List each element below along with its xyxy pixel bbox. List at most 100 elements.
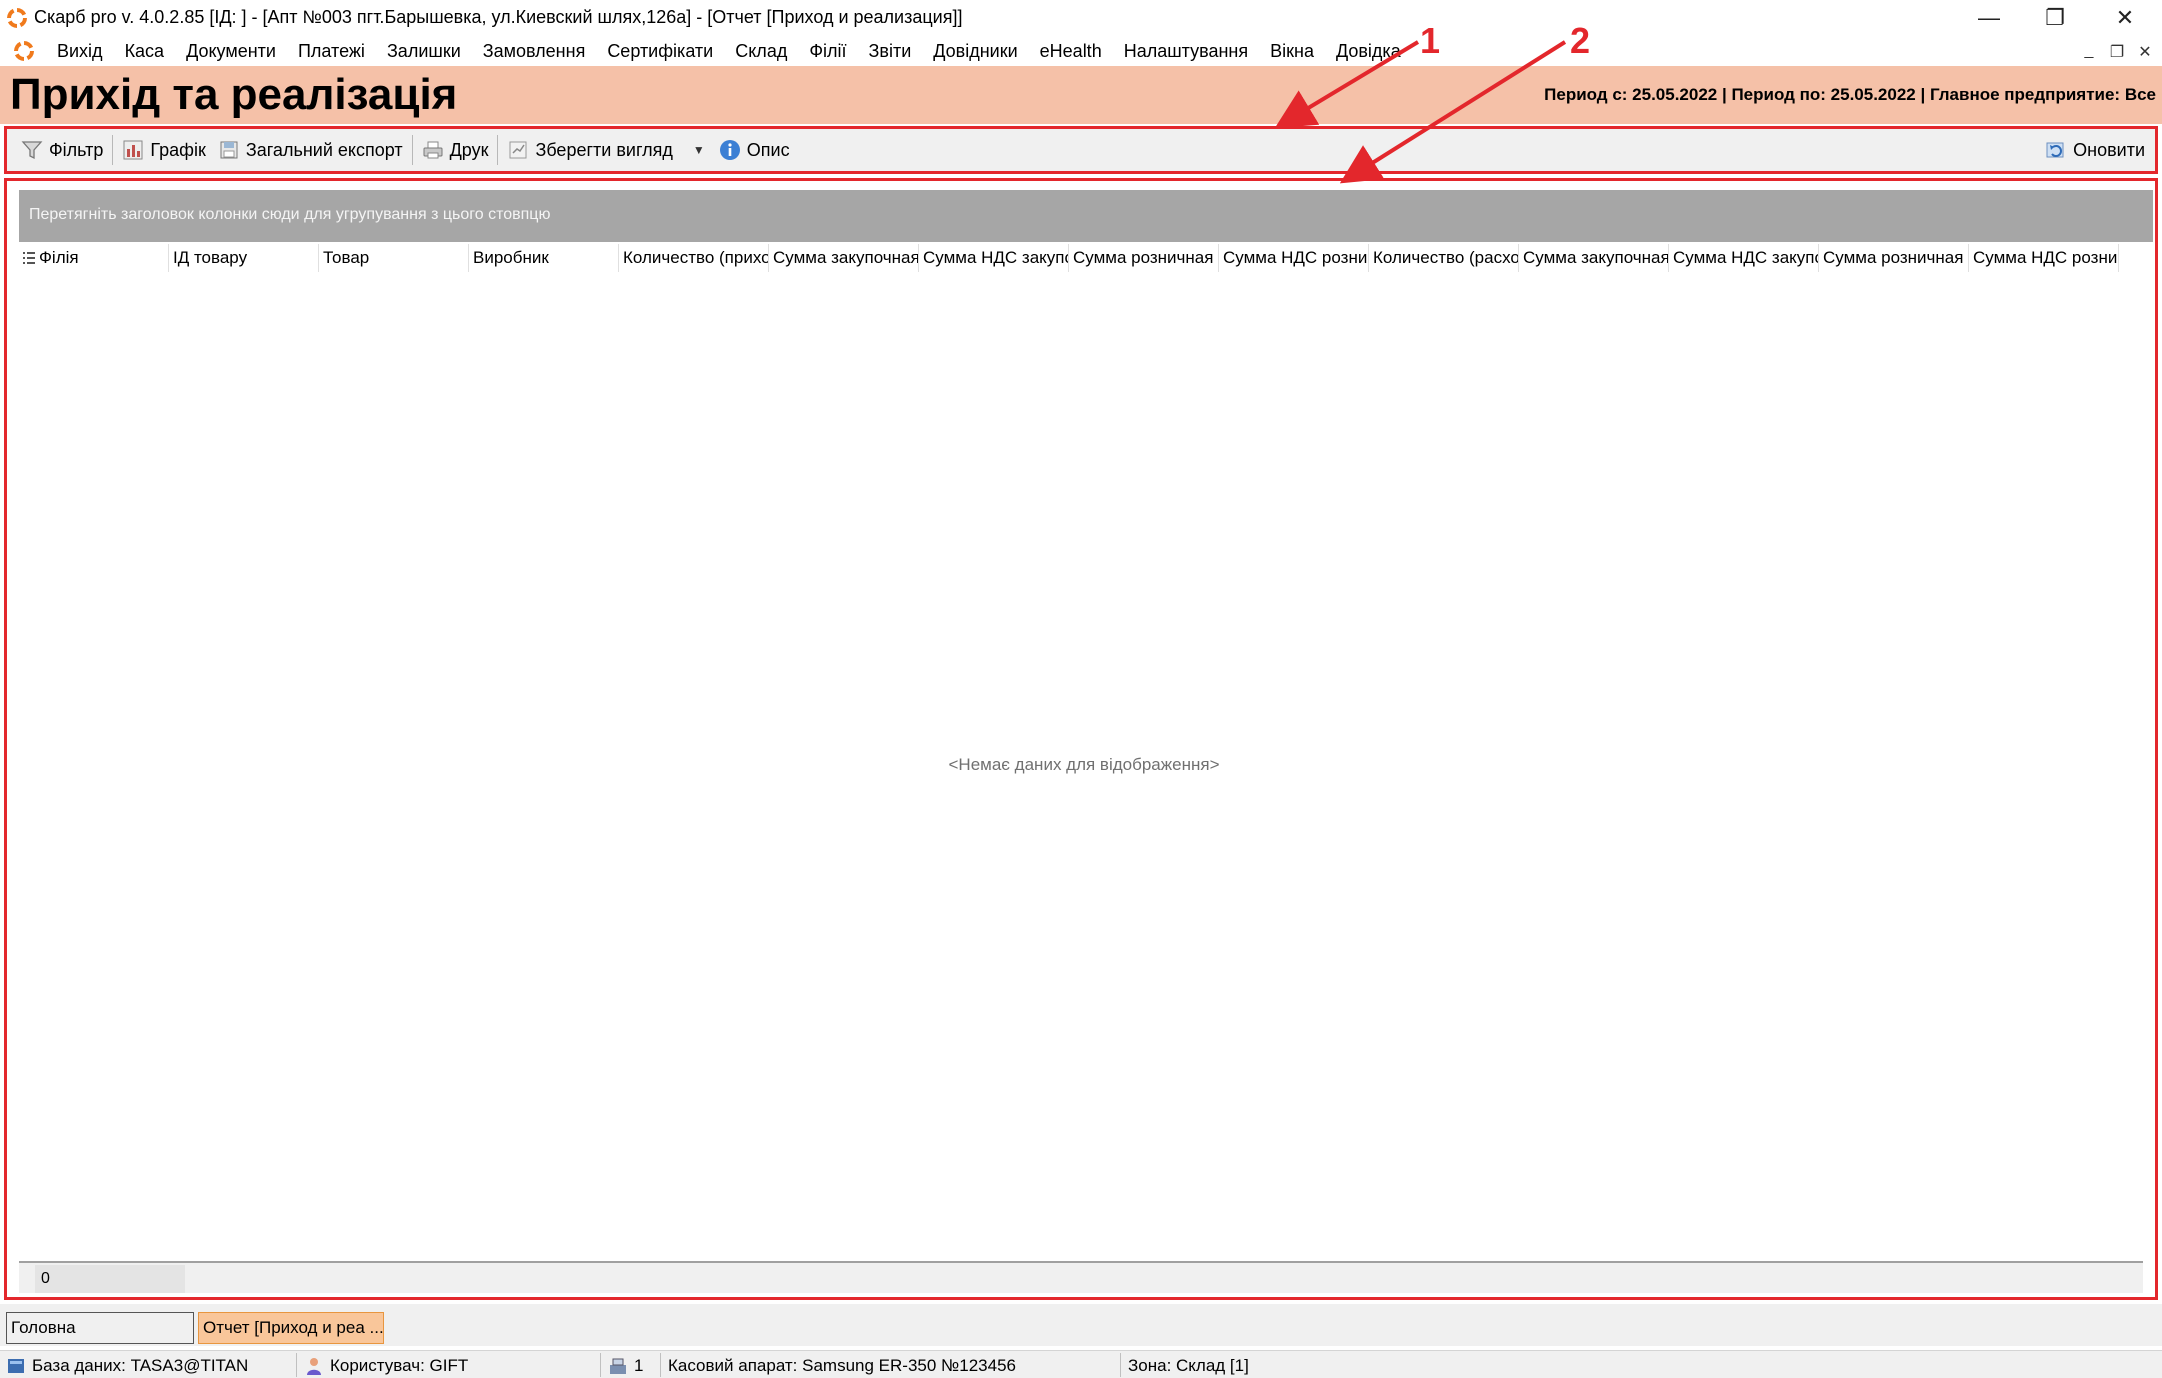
menu-item-warehouse[interactable]: Склад xyxy=(724,39,798,63)
print-label: Друк xyxy=(449,139,489,160)
annotation-label-1: 1 xyxy=(1420,20,1441,61)
column-header-product[interactable]: Товар xyxy=(319,244,469,272)
printer-icon xyxy=(423,141,443,159)
save-view-icon xyxy=(509,141,527,159)
status-user-text: Користувач: GIFT xyxy=(330,1356,469,1375)
refresh-button[interactable]: Оновити xyxy=(2039,133,2151,167)
menu-item-ehealth[interactable]: eHealth xyxy=(1029,39,1113,63)
window-tabs: Головна Отчет [Приход и реа ... xyxy=(0,1304,2162,1346)
filter-label: Фільтр xyxy=(49,139,104,160)
toolbar: Фільтр Графік Загальний експорт Друк Збе… xyxy=(4,126,2158,174)
chart-label: Графік xyxy=(150,139,206,160)
column-header-purchase-sum-expense[interactable]: Сумма закупочная xyxy=(1519,244,1669,272)
tab-report[interactable]: Отчет [Приход и реа ... xyxy=(198,1312,384,1344)
menu-item-cash[interactable]: Каса xyxy=(114,39,176,63)
annotation-label-2: 2 xyxy=(1570,20,1591,61)
data-grid: Перетягніть заголовок колонки сюди для у… xyxy=(4,178,2158,1300)
page-title: Прихід та реалізація xyxy=(10,70,458,119)
column-header-retail-sum-income[interactable]: Сумма розничная ( xyxy=(1069,244,1219,272)
mdi-restore-button[interactable]: ❐ xyxy=(2108,42,2126,62)
menu-item-documents[interactable]: Документи xyxy=(175,39,287,63)
menu-item-certificates[interactable]: Сертифікати xyxy=(596,39,724,63)
close-button[interactable]: ✕ xyxy=(2092,0,2158,36)
toolbar-separator xyxy=(411,135,413,165)
group-by-hint: Перетягніть заголовок колонки сюди для у… xyxy=(29,206,551,223)
menu-item-branches[interactable]: Філії xyxy=(798,39,857,63)
menu-item-settings[interactable]: Налаштування xyxy=(1113,39,1259,63)
column-header-purchase-vat-income[interactable]: Сумма НДС закупо xyxy=(919,244,1069,272)
app-window: Скарб pro v. 4.0.2.85 [ІД: ] - [Апт №003… xyxy=(0,0,2162,1378)
cash-register-icon xyxy=(610,1358,626,1374)
report-header: Прихід та реалізація Период с: 25.05.202… xyxy=(0,66,2162,124)
footer-count: 0 xyxy=(35,1265,185,1293)
menu-bar: Вихід Каса Документи Платежі Залишки Зам… xyxy=(0,36,2162,66)
column-header-branch[interactable]: Філія xyxy=(19,244,169,272)
minimize-button[interactable]: — xyxy=(1956,0,2022,36)
info-icon xyxy=(719,140,740,160)
mdi-close-button[interactable]: ✕ xyxy=(2136,42,2154,62)
status-separator xyxy=(660,1353,661,1377)
grid-footer: 0 xyxy=(19,1261,2143,1293)
restore-button[interactable]: ❐ xyxy=(2022,0,2088,36)
menu-item-directories[interactable]: Довідники xyxy=(922,39,1028,63)
menu-item-payments[interactable]: Платежі xyxy=(287,39,376,63)
app-menu-icon[interactable] xyxy=(12,39,36,63)
save-view-dropdown-icon[interactable]: ▼ xyxy=(679,143,713,157)
column-header-retail-vat-expense[interactable]: Сумма НДС рознич xyxy=(1969,244,2119,272)
tab-main[interactable]: Головна xyxy=(6,1312,194,1344)
column-header-purchase-vat-expense[interactable]: Сумма НДС закупо xyxy=(1669,244,1819,272)
title-bar: Скарб pro v. 4.0.2.85 [ІД: ] - [Апт №003… xyxy=(0,0,2162,36)
status-database-text: База даних: TASA3@TITAN xyxy=(32,1356,249,1375)
mdi-controls: _ ❐ ✕ xyxy=(2080,42,2154,62)
column-header-manufacturer[interactable]: Виробник xyxy=(469,244,619,272)
mdi-minimize-button[interactable]: _ xyxy=(2080,42,2098,62)
status-separator xyxy=(296,1353,297,1377)
refresh-label: Оновити xyxy=(2073,139,2145,160)
status-user: Користувач: GIFT xyxy=(304,1354,468,1378)
column-chooser-icon[interactable] xyxy=(23,251,35,265)
status-separator xyxy=(600,1353,601,1377)
menu-item-exit[interactable]: Вихід xyxy=(46,39,114,63)
print-button[interactable]: Друк xyxy=(416,133,495,167)
status-bar: База даних: TASA3@TITAN Користувач: GIFT… xyxy=(0,1350,2162,1378)
export-button[interactable]: Загальний експорт xyxy=(212,133,409,167)
chart-button[interactable]: Графік xyxy=(116,133,211,167)
refresh-icon xyxy=(2046,142,2064,158)
menu-item-orders[interactable]: Замовлення xyxy=(472,39,597,63)
funnel-icon xyxy=(21,141,43,160)
group-by-panel[interactable]: Перетягніть заголовок колонки сюди для у… xyxy=(19,190,2153,242)
chart-icon xyxy=(123,140,143,160)
status-zone: Зона: Склад [1] xyxy=(1128,1356,1249,1375)
user-icon xyxy=(307,1358,321,1375)
column-header-label: Філія xyxy=(39,248,79,267)
description-button[interactable]: Опис xyxy=(713,133,796,167)
floppy-export-icon xyxy=(220,141,238,159)
column-headers: Філія ІД товару Товар Виробник Количеств… xyxy=(19,244,2153,272)
menu-item-help[interactable]: Довідка xyxy=(1325,39,1412,63)
menu-items: Вихід Каса Документи Платежі Залишки Зам… xyxy=(46,39,1412,63)
status-register-count-text: 1 xyxy=(634,1356,644,1375)
save-view-button[interactable]: Зберегти вигляд xyxy=(501,133,678,167)
column-header-qty-income[interactable]: Количество (прихо xyxy=(619,244,769,272)
column-header-qty-expense[interactable]: Количество (расхо xyxy=(1369,244,1519,272)
app-logo-icon xyxy=(7,8,27,28)
empty-grid-message: <Немає даних для відображення> xyxy=(948,755,1220,774)
column-header-retail-vat-income[interactable]: Сумма НДС рознич xyxy=(1219,244,1369,272)
status-database: База даних: TASA3@TITAN xyxy=(6,1354,248,1378)
status-register-count: 1 xyxy=(608,1354,643,1378)
export-label: Загальний експорт xyxy=(245,139,403,160)
column-header-purchase-sum-income[interactable]: Сумма закупочная xyxy=(769,244,919,272)
column-header-retail-sum-expense[interactable]: Сумма розничная ( xyxy=(1819,244,1969,272)
toolbar-separator xyxy=(112,135,114,165)
menu-item-reports[interactable]: Звіти xyxy=(858,39,923,63)
save-view-label: Зберегти вигляд xyxy=(535,139,673,160)
toolbar-items: Фільтр Графік Загальний експорт Друк Збе… xyxy=(15,129,796,171)
database-icon xyxy=(8,1359,24,1373)
filter-button[interactable]: Фільтр xyxy=(15,133,109,167)
column-header-product-id[interactable]: ІД товару xyxy=(169,244,319,272)
toolbar-separator xyxy=(497,135,499,165)
status-separator xyxy=(1120,1353,1121,1377)
menu-item-windows[interactable]: Вікна xyxy=(1259,39,1325,63)
menu-item-stock[interactable]: Залишки xyxy=(376,39,472,63)
window-title: Скарб pro v. 4.0.2.85 [ІД: ] - [Апт №003… xyxy=(34,7,963,27)
